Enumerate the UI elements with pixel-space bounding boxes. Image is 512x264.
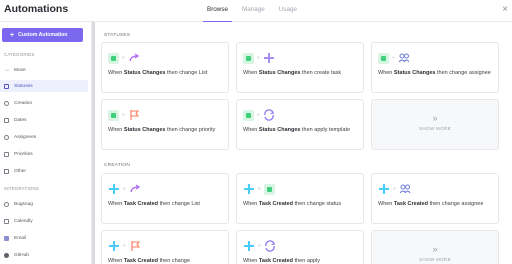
assignee-icon	[399, 184, 411, 194]
chevron-double-icon: »	[432, 113, 438, 123]
sidebar-item-github[interactable]: GitHub	[0, 249, 88, 261]
chevron-right-icon: »	[392, 55, 395, 61]
status-icon	[4, 83, 9, 89]
chevron-right-icon: »	[122, 112, 125, 118]
tab-usage[interactable]: Usage	[279, 0, 297, 22]
automation-card[interactable]: » When Task Created then change assignee	[371, 173, 499, 224]
sidebar-item-statuses[interactable]: Statuses	[0, 80, 88, 92]
automation-card[interactable]: » When Status Changes then change assign…	[371, 42, 499, 93]
automation-card[interactable]: » When Status Changes then change priori…	[101, 99, 229, 150]
sidebar-item-label: GitHub	[14, 252, 29, 258]
email-icon	[4, 235, 9, 241]
sidebar-item-other[interactable]: Other	[0, 165, 88, 177]
status-icon	[378, 52, 389, 64]
sidebar: + Custom Automation CATEGORIES → Move St…	[0, 22, 92, 264]
task-created-icon	[109, 241, 119, 251]
automation-card[interactable]: » When Status Changes then create task	[236, 42, 364, 93]
tab-browse[interactable]: Browse	[203, 0, 232, 22]
chevron-right-icon: »	[258, 243, 261, 249]
statuses-heading: STATUSES	[104, 33, 131, 38]
sidebar-item-label: Move	[14, 67, 26, 73]
sidebar-item-creation[interactable]: Creation	[0, 97, 88, 109]
custom-automation-label: Custom Automation	[18, 32, 68, 38]
move-arrow-icon	[129, 53, 139, 62]
flag-icon	[4, 151, 9, 157]
tag-icon	[4, 168, 9, 174]
sidebar-item-label: Statuses	[14, 83, 33, 89]
assignee-icon	[398, 53, 410, 63]
creation-heading: CREATION	[104, 163, 131, 168]
sidebar-item-label: Email	[14, 235, 26, 241]
sidebar-item-dates[interactable]: Dates	[0, 114, 88, 126]
show-more-button[interactable]: » SHOW MORE	[371, 99, 499, 150]
chevron-right-icon: »	[393, 186, 396, 192]
tab-bar: Browse Manage Usage	[203, 0, 311, 22]
task-created-icon	[109, 184, 119, 194]
main-content: STATUSES » When Status Changes then chan…	[95, 22, 512, 264]
status-icon	[108, 52, 119, 64]
create-task-icon	[263, 53, 274, 63]
github-icon	[4, 252, 9, 258]
task-created-icon	[244, 241, 254, 251]
sidebar-item-priorities[interactable]: Priorities	[0, 148, 88, 160]
sidebar-item-label: Dates	[14, 117, 27, 123]
chevron-right-icon: »	[257, 55, 260, 61]
automation-card[interactable]: » When Task Created then apply	[236, 230, 364, 264]
sidebar-item-move[interactable]: → Move	[0, 64, 88, 76]
automation-card[interactable]: » When Status Changes then apply templat…	[236, 99, 364, 150]
template-icon	[264, 109, 274, 121]
tab-manage[interactable]: Manage	[242, 0, 265, 22]
status-icon	[108, 109, 119, 121]
task-created-icon	[379, 184, 389, 194]
template-icon	[265, 240, 275, 252]
plus-icon	[4, 100, 9, 106]
sidebar-item-bugsnag[interactable]: Bugsnag	[0, 198, 88, 210]
sidebar-item-label: Other	[14, 168, 26, 174]
sidebar-item-label: Assignees	[14, 134, 37, 140]
sidebar-item-assignees[interactable]: Assignees	[0, 131, 88, 143]
chevron-right-icon: »	[258, 186, 261, 192]
task-created-icon	[244, 184, 254, 194]
close-icon[interactable]: ×	[502, 4, 508, 15]
top-bar: Automations Browse Manage Usage ×	[0, 0, 512, 22]
page-title: Automations	[4, 3, 69, 15]
calendar-icon	[4, 117, 9, 123]
chevron-right-icon: »	[123, 243, 126, 249]
flag-icon	[130, 110, 139, 120]
status-icon	[243, 52, 254, 64]
plus-icon: +	[10, 31, 15, 39]
move-arrow-icon	[130, 184, 140, 193]
sidebar-item-email[interactable]: Email	[0, 232, 88, 244]
sidebar-item-label: Calendly	[14, 218, 33, 224]
custom-automation-button[interactable]: + Custom Automation	[2, 28, 83, 42]
integrations-heading: INTEGRATIONS	[4, 186, 40, 191]
chevron-right-icon: »	[123, 186, 126, 192]
sidebar-item-calendly[interactable]: Calendly	[0, 215, 88, 227]
people-icon	[4, 134, 9, 140]
automation-card[interactable]: » When Task Created then change status	[236, 173, 364, 224]
status-icon	[263, 183, 275, 195]
chevron-right-icon: »	[257, 112, 260, 118]
flag-icon	[131, 241, 140, 251]
sidebar-item-label: Creation	[14, 100, 33, 106]
chevron-double-icon: »	[432, 244, 438, 254]
sidebar-item-label: Bugsnag	[14, 201, 33, 207]
automation-card[interactable]: » When Status Changes then change List	[101, 42, 229, 93]
show-more-button[interactable]: » SHOW MORE	[371, 230, 499, 264]
automation-card[interactable]: » When Task Created then change List	[101, 173, 229, 224]
chevron-right-icon: »	[122, 55, 125, 61]
status-icon	[243, 109, 254, 121]
arrow-right-icon: →	[4, 66, 10, 73]
bugsnag-icon	[4, 201, 9, 207]
calendly-icon	[4, 218, 9, 224]
automation-card[interactable]: » When Task Created then change	[101, 230, 229, 264]
categories-heading: CATEGORIES	[4, 52, 35, 57]
sidebar-item-label: Priorities	[14, 151, 33, 157]
